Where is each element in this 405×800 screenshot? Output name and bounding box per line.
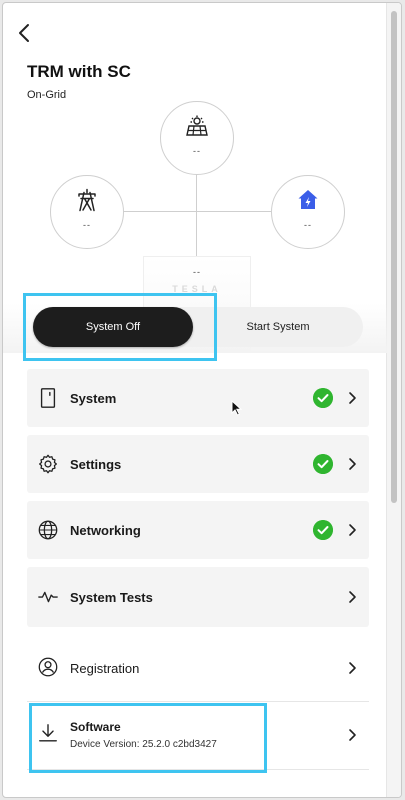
menu-item-system-tests[interactable]: System Tests: [27, 567, 369, 627]
status-ok-icon: [313, 520, 333, 540]
home-node[interactable]: --: [271, 175, 345, 249]
device-panel-icon: [40, 388, 56, 408]
menu-divider: [27, 701, 369, 702]
app-window: TRM with SC On-Grid -- -- -- -- TESLA Sy…: [2, 2, 402, 798]
back-arrow-icon[interactable]: [13, 21, 37, 45]
power-tower-icon: [78, 188, 96, 212]
menu-item-label: System: [70, 391, 117, 406]
menu-item-networking[interactable]: Networking: [27, 501, 369, 559]
chevron-right-icon: [349, 729, 356, 741]
grid-status-text: On-Grid: [27, 89, 67, 101]
chevron-right-icon: [349, 591, 356, 603]
menu-item-label: Networking: [70, 523, 141, 538]
gear-icon: [39, 454, 57, 474]
menu-item-label: Settings: [70, 457, 122, 472]
chevron-right-icon: [349, 458, 356, 470]
menu-item-label: Registration: [70, 661, 140, 676]
scrollbar-thumb[interactable]: [391, 11, 397, 503]
status-ok-icon: [313, 388, 333, 408]
home-value: --: [304, 220, 312, 230]
chevron-right-icon: [349, 662, 356, 674]
pulse-icon: [38, 591, 58, 603]
start-system-button[interactable]: Start System: [198, 307, 358, 347]
chevron-right-icon: [349, 524, 356, 536]
highlight-box-software: [29, 703, 267, 773]
highlight-box-system-off: [23, 293, 217, 361]
globe-icon: [38, 520, 58, 540]
scrollbar[interactable]: [386, 3, 401, 797]
powerwall-value: --: [193, 267, 201, 277]
page-title: TRM with SC: [27, 62, 131, 81]
menu-item-system[interactable]: System: [27, 369, 369, 427]
solar-panel-icon: [186, 115, 208, 136]
menu-item-settings[interactable]: Settings: [27, 435, 369, 493]
chevron-right-icon: [349, 392, 356, 404]
home-bolt-icon: [298, 190, 318, 209]
solar-value: --: [193, 146, 201, 156]
menu-item-registration[interactable]: Registration: [27, 635, 369, 699]
connector-vertical: [196, 173, 197, 257]
grid-value: --: [83, 220, 91, 230]
solar-node[interactable]: --: [160, 101, 234, 175]
mouse-cursor-icon: [231, 400, 243, 416]
status-ok-icon: [313, 454, 333, 474]
user-circle-icon: [38, 657, 58, 677]
menu-item-label: System Tests: [70, 590, 153, 605]
grid-node[interactable]: --: [50, 175, 124, 249]
